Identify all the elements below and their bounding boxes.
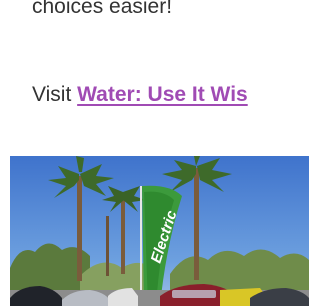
visit-line: Visit Water: Use It Wis [32, 82, 248, 108]
visit-prefix: Visit [32, 83, 78, 106]
water-use-it-wisely-link[interactable]: Water: Use It Wis [77, 83, 248, 106]
body-paragraph-text: choices easier! [32, 0, 173, 18]
photo-image: Electric [10, 156, 309, 306]
article-page: choices easier! Visit Water: Use It Wis [0, 0, 309, 306]
article-photo: Electric [10, 156, 309, 306]
